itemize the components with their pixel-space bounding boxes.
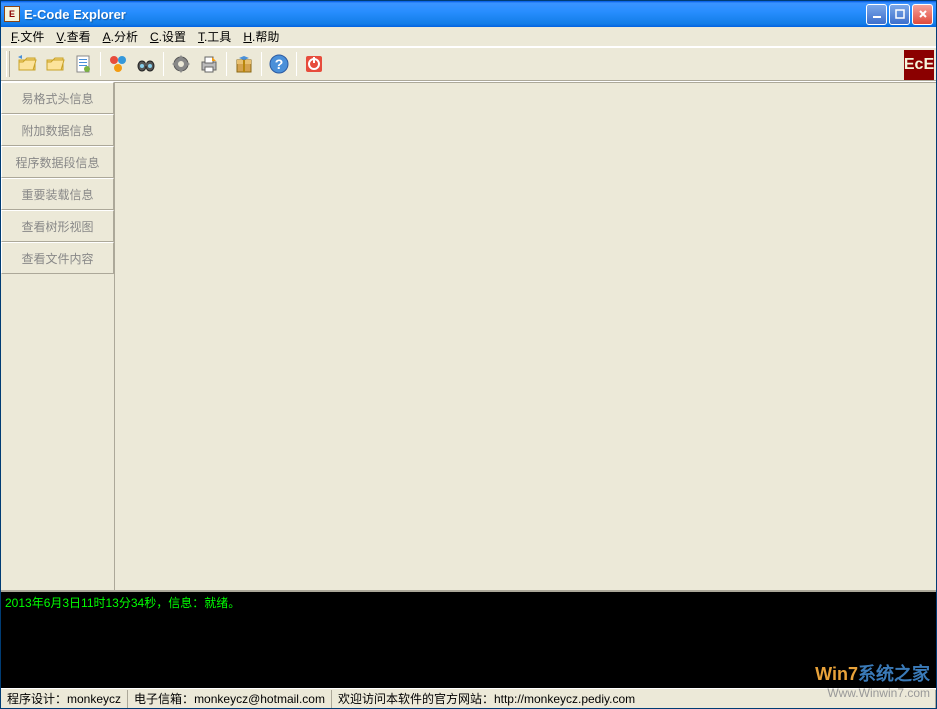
toolbar-separator [261, 52, 262, 76]
document-icon [72, 53, 94, 75]
toolbar-separator [226, 52, 227, 76]
sidebar: 易格式头信息 附加数据信息 程序数据段信息 重要装载信息 查看树形视图 查看文件… [1, 82, 114, 590]
document-button[interactable] [69, 50, 97, 78]
content-panel [114, 82, 936, 590]
menu-tools[interactable]: T.工具 [192, 26, 237, 47]
analyze-button[interactable] [104, 50, 132, 78]
menu-analyze[interactable]: A.分析 [97, 26, 144, 47]
print-button[interactable] [195, 50, 223, 78]
menu-settings[interactable]: C.设置 [144, 26, 192, 47]
folder-button[interactable] [41, 50, 69, 78]
folder-icon [44, 53, 66, 75]
status-designer: 程序设计：monkeycz [1, 690, 128, 708]
toolbar-grip[interactable] [6, 51, 10, 77]
status-site: 欢迎访问本软件的官方网站：http://monkeycz.pediy.com [332, 690, 936, 708]
gear-icon [170, 53, 192, 75]
menu-help[interactable]: H.帮助 [237, 26, 285, 47]
sidebar-item-file-content[interactable]: 查看文件内容 [1, 242, 114, 274]
package-icon [233, 53, 255, 75]
help-button[interactable]: ? [265, 50, 293, 78]
window-title: E-Code Explorer [24, 7, 866, 22]
toolbar-separator [163, 52, 164, 76]
toolbar: ? EcE [1, 47, 936, 81]
binoculars-icon [135, 53, 157, 75]
sidebar-item-header-info[interactable]: 易格式头信息 [1, 82, 114, 114]
menu-view[interactable]: V.查看 [50, 26, 96, 47]
menubar: F.文件 V.查看 A.分析 C.设置 T.工具 H.帮助 [1, 27, 936, 47]
sidebar-item-data-seg[interactable]: 程序数据段信息 [1, 146, 114, 178]
main-area: 易格式头信息 附加数据信息 程序数据段信息 重要装载信息 查看树形视图 查看文件… [1, 81, 936, 688]
statusbar: 程序设计：monkeycz 电子信箱：monkeycz@hotmail.com … [1, 688, 936, 708]
close-button[interactable] [912, 4, 933, 25]
package-button[interactable] [230, 50, 258, 78]
open-folder-button[interactable] [13, 50, 41, 78]
app-window: E E-Code Explorer F.文件 V.查看 A.分析 C.设置 T.… [0, 0, 937, 709]
toolbar-separator [296, 52, 297, 76]
power-icon [303, 53, 325, 75]
app-icon: E [4, 6, 20, 22]
titlebar[interactable]: E E-Code Explorer [1, 1, 936, 27]
menu-file[interactable]: F.文件 [5, 26, 50, 47]
app-logo: EcE [904, 50, 934, 80]
gear-button[interactable] [167, 50, 195, 78]
sidebar-item-extra-data[interactable]: 附加数据信息 [1, 114, 114, 146]
sidebar-item-tree-view[interactable]: 查看树形视图 [1, 210, 114, 242]
console-line: 2013年6月3日11时13分34秒，信息：就绪。 [5, 596, 240, 610]
tools-icon [107, 53, 129, 75]
svg-text:?: ? [275, 56, 284, 72]
power-button[interactable] [300, 50, 328, 78]
toolbar-separator [100, 52, 101, 76]
open-folder-icon [16, 53, 38, 75]
status-email: 电子信箱：monkeycz@hotmail.com [128, 690, 332, 708]
print-icon [198, 53, 220, 75]
console-output[interactable]: 2013年6月3日11时13分34秒，信息：就绪。 [1, 590, 936, 688]
binoculars-button[interactable] [132, 50, 160, 78]
help-icon: ? [268, 53, 290, 75]
sidebar-item-load-info[interactable]: 重要装载信息 [1, 178, 114, 210]
maximize-button[interactable] [889, 4, 910, 25]
minimize-button[interactable] [866, 4, 887, 25]
